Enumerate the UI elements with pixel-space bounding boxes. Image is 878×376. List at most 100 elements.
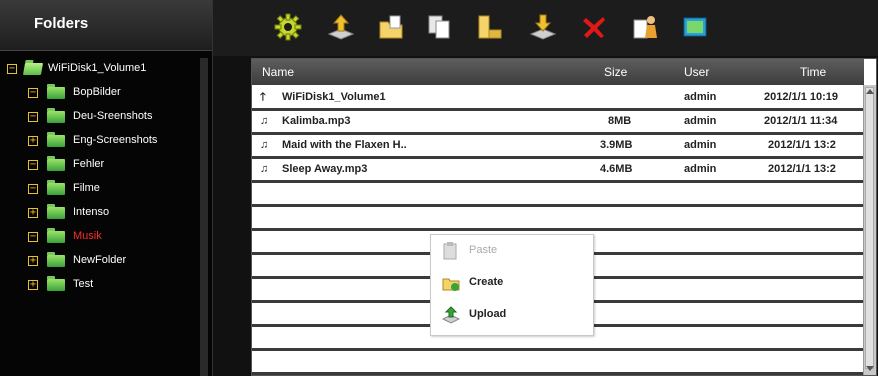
header-size[interactable]: Size <box>604 65 627 79</box>
tree-item-eng-screenshots[interactable]: + Eng-Screenshots <box>0 130 200 154</box>
music-note-icon: ♫ <box>260 139 269 151</box>
tree-item-label: Musik <box>73 230 102 242</box>
cell-name: Sleep Away.mp3 <box>282 163 368 175</box>
move-icon <box>478 15 502 39</box>
menu-item-create[interactable]: Create <box>431 269 593 297</box>
vertical-scrollbar[interactable] <box>863 85 876 375</box>
tree-root[interactable]: − WiFiDisk1_Volume1 <box>0 58 200 82</box>
cell-name: Kalimba.mp3 <box>282 115 351 127</box>
new-folder-icon <box>379 15 403 39</box>
folder-icon <box>47 252 65 267</box>
cell-time: 2012/1/1 13:2 <box>768 163 836 175</box>
download-button[interactable] <box>528 12 558 42</box>
collapse-icon[interactable]: − <box>28 88 38 98</box>
cell-time: 2012/1/1 11:34 <box>764 115 838 127</box>
menu-item-paste[interactable]: Paste <box>431 237 593 265</box>
table-row[interactable]: ♫ Sleep Away.mp3 4.6MB admin 2012/1/1 13… <box>252 159 864 183</box>
up-arrow-icon: 🡑 <box>260 91 266 103</box>
scroll-up-icon[interactable] <box>866 89 874 94</box>
preview-icon <box>683 17 707 37</box>
cell-size: 4.6MB <box>600 163 633 175</box>
preview-button[interactable] <box>680 12 710 42</box>
tree-root-label: WiFiDisk1_Volume1 <box>48 62 147 74</box>
upload-button[interactable] <box>326 12 356 42</box>
folder-tree: − WiFiDisk1_Volume1 − BopBilder − Deu-Sr… <box>0 58 200 298</box>
folder-icon <box>47 84 65 99</box>
download-icon <box>529 14 557 40</box>
folder-icon <box>47 228 65 243</box>
collapse-icon[interactable]: − <box>7 64 17 74</box>
tree-item-label: Fehler <box>73 158 105 170</box>
rename-icon <box>633 16 657 39</box>
tree-item-fehler[interactable]: − Fehler <box>0 154 200 178</box>
folder-icon <box>47 132 65 147</box>
cell-user: admin <box>684 163 717 175</box>
collapse-icon[interactable]: − <box>28 160 38 170</box>
folder-icon <box>47 180 65 195</box>
table-row[interactable] <box>252 207 864 231</box>
header-user[interactable]: User <box>684 65 709 79</box>
folder-icon <box>47 156 65 171</box>
cell-user: admin <box>684 91 717 103</box>
header-time[interactable]: Time <box>800 65 826 79</box>
menu-item-upload[interactable]: Upload <box>431 301 593 329</box>
copy-button[interactable] <box>424 12 454 42</box>
new-folder-button[interactable] <box>376 12 406 42</box>
delete-button[interactable] <box>579 12 609 42</box>
collapse-icon[interactable]: − <box>28 232 38 242</box>
settings-gear-button[interactable] <box>273 12 303 42</box>
sidebar-title: Folders <box>34 15 89 32</box>
tree-item-test[interactable]: + Test <box>0 274 200 298</box>
sidebar-scrollbar[interactable] <box>200 58 208 376</box>
cell-time: 2012/1/1 10:19 <box>764 91 839 103</box>
tree-item-intenso[interactable]: + Intenso <box>0 202 200 226</box>
upload-icon <box>441 306 461 324</box>
folder-open-icon <box>22 63 44 75</box>
menu-item-label: Paste <box>469 244 498 256</box>
scrollbar-thumb[interactable] <box>865 87 874 369</box>
folder-icon <box>47 108 65 123</box>
tree-item-label: Test <box>73 278 94 290</box>
cell-size: 8MB <box>608 115 632 127</box>
table-header: Name Size User Time <box>252 59 864 85</box>
delete-icon <box>583 17 605 38</box>
expand-icon[interactable]: + <box>28 136 38 146</box>
table-row[interactable] <box>252 351 864 375</box>
tree-item-label: Eng-Screenshots <box>73 134 158 146</box>
cell-name: Maid with the Flaxen H.. <box>282 139 407 151</box>
cell-user: admin <box>684 115 717 127</box>
folders-sidebar: Folders − WiFiDisk1_Volume1 − BopBilder … <box>0 0 213 376</box>
expand-icon[interactable]: + <box>28 280 38 290</box>
scroll-down-icon[interactable] <box>866 366 874 371</box>
tree-item-label: BopBilder <box>73 86 121 98</box>
paste-icon <box>443 242 457 260</box>
upload-icon <box>327 14 355 40</box>
settings-gear-icon <box>274 13 302 41</box>
rename-button[interactable] <box>630 12 660 42</box>
folder-icon <box>47 276 65 291</box>
tree-item-label: NewFolder <box>73 254 127 266</box>
table-row[interactable]: ♫ Kalimba.mp3 8MB admin 2012/1/1 11:34 <box>252 111 864 135</box>
tree-item-filme[interactable]: − Filme <box>0 178 200 202</box>
tree-item-newfolder[interactable]: + NewFolder <box>0 250 200 274</box>
table-row[interactable] <box>252 183 864 207</box>
music-note-icon: ♫ <box>260 115 269 127</box>
cell-size: 3.9MB <box>600 139 633 151</box>
tree-item-bopbilder[interactable]: − BopBilder <box>0 82 200 106</box>
table-row[interactable]: ♫ Maid with the Flaxen H.. 3.9MB admin 2… <box>252 135 864 159</box>
expand-icon[interactable]: + <box>28 256 38 266</box>
move-button[interactable] <box>475 12 505 42</box>
expand-icon[interactable]: + <box>28 208 38 218</box>
tree-item-musik[interactable]: − Musik <box>0 226 200 250</box>
collapse-icon[interactable]: − <box>28 112 38 122</box>
folder-icon <box>47 204 65 219</box>
table-row[interactable]: 🡑 WiFiDisk1_Volume1 admin 2012/1/1 10:19 <box>252 87 864 111</box>
toolbar <box>213 0 878 56</box>
create-folder-icon <box>442 278 460 291</box>
tree-item-label: Deu-Sreenshots <box>73 110 153 122</box>
tree-item-deu-sreenshots[interactable]: − Deu-Sreenshots <box>0 106 200 130</box>
header-name[interactable]: Name <box>262 65 294 79</box>
collapse-icon[interactable]: − <box>28 184 38 194</box>
copy-icon <box>428 15 450 39</box>
sidebar-header: Folders <box>0 0 212 51</box>
